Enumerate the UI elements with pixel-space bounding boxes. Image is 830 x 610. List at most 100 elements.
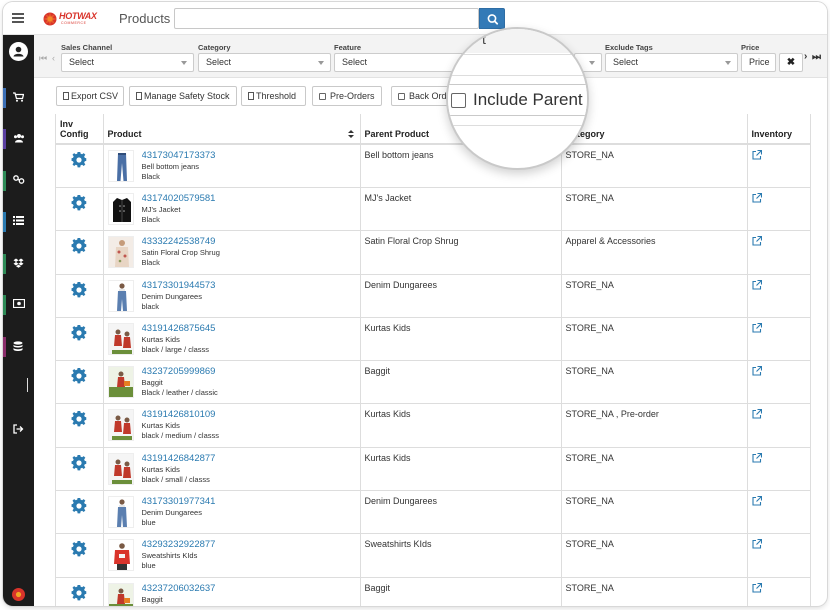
feature-select[interactable]: Select <box>334 53 464 72</box>
parent-product-cell: Kurtas Kids <box>360 446 562 491</box>
sidebar-item-payments[interactable] <box>3 293 34 317</box>
product-id-link[interactable]: 43332242538749 <box>142 236 356 248</box>
first-page-icon[interactable]: ⏮ <box>39 53 47 64</box>
sidebar-item-customers[interactable] <box>3 127 34 151</box>
product-id-link[interactable]: 43173301977341 <box>142 496 356 508</box>
back-orders-checkbox[interactable] <box>398 93 405 100</box>
price-value: Price <box>749 57 770 67</box>
sidebar-item-catalog[interactable] <box>3 210 34 234</box>
category-name: STORE_NA <box>565 193 614 203</box>
gear-icon[interactable] <box>71 195 87 211</box>
threshold-label: Threshold <box>256 91 297 101</box>
export-csv-button[interactable]: Export CSV <box>56 86 124 106</box>
clear-filters-button[interactable]: ✖ <box>779 53 803 72</box>
prev-page-icon[interactable]: ‹ <box>52 53 55 63</box>
file-icon <box>248 92 254 100</box>
product-thumbnail[interactable] <box>107 236 134 269</box>
product-thumbnail[interactable] <box>107 496 134 529</box>
product-name: Baggit <box>141 378 163 388</box>
gear-icon[interactable] <box>71 411 87 427</box>
user-avatar[interactable] <box>9 42 28 61</box>
magnifier-filter-strip <box>448 29 587 53</box>
export-csv-label: Export CSV <box>71 91 119 101</box>
include-parent-checkbox[interactable] <box>451 93 466 108</box>
product-id-link[interactable]: 43173301944573 <box>142 280 356 292</box>
sales-channel-select[interactable]: Select <box>61 53 194 72</box>
external-link-icon[interactable] <box>751 582 762 593</box>
sidebar-stripe <box>3 88 6 108</box>
product-id-link[interactable]: 43191426842877 <box>142 453 356 465</box>
product-id-link[interactable]: 43191426875645 <box>142 323 356 335</box>
next-page-icon[interactable]: › <box>804 51 807 62</box>
manage-safety-stock-label: Manage Safety Stock <box>144 91 230 101</box>
category-select[interactable]: Select <box>198 53 331 72</box>
product-thumbnail[interactable] <box>107 279 134 312</box>
sidebar-item-shipping[interactable] <box>3 252 34 276</box>
gear-icon[interactable] <box>71 152 87 168</box>
pre-orders-toggle[interactable]: Pre-Orders <box>312 86 382 106</box>
sidebar-item-logout[interactable] <box>3 418 34 442</box>
money-icon <box>13 299 25 308</box>
gear-icon[interactable] <box>71 454 87 471</box>
brand-logo[interactable]: HOTWAX COMMERCE <box>43 11 99 27</box>
last-page-icon[interactable]: ⏭ <box>812 52 821 63</box>
external-link-icon[interactable] <box>751 193 762 203</box>
gear-icon[interactable] <box>71 281 87 298</box>
product-id-link[interactable]: 43237205999869 <box>142 366 356 378</box>
gear-icon[interactable] <box>71 498 87 514</box>
product-thumbnail[interactable] <box>107 452 134 485</box>
price-input[interactable]: Price <box>741 53 776 72</box>
product-info: 43191426842877 Kurtas Kids black / small… <box>142 453 356 485</box>
product-name: Sweatshirts KIds <box>141 551 198 561</box>
product-thumbnail[interactable] <box>107 150 134 182</box>
product-thumbnail[interactable] <box>107 322 134 355</box>
external-link-icon[interactable] <box>751 409 762 420</box>
pre-orders-checkbox[interactable] <box>319 93 326 100</box>
product-id-link[interactable]: 43173047173373 <box>142 150 356 162</box>
external-link-icon[interactable] <box>751 496 762 506</box>
external-link-icon[interactable] <box>751 366 762 376</box>
footer-logo-icon[interactable] <box>11 587 26 602</box>
product-name: Kurtas Kids <box>141 464 180 474</box>
feature-value: Select <box>342 57 368 67</box>
exclude-tags-select[interactable]: Select <box>605 53 738 72</box>
product-thumbnail[interactable] <box>107 409 134 442</box>
app-window: HOTWAX COMMERCE Products ⏮ ‹ Sales Chann… <box>3 2 827 606</box>
category-name: STORE_NA <box>565 150 614 160</box>
external-link-icon[interactable] <box>751 150 762 160</box>
manage-safety-stock-button[interactable]: Manage Safety Stock <box>129 86 237 106</box>
external-link-icon[interactable] <box>751 322 762 333</box>
sort-icon[interactable] <box>347 130 354 138</box>
threshold-button[interactable]: Threshold <box>241 86 306 106</box>
product-info: 43173047173373 Bell bottom jeans Black <box>142 150 356 182</box>
external-link-icon[interactable] <box>751 236 762 246</box>
search-button[interactable] <box>479 8 505 29</box>
sidebar-stripe <box>3 254 6 274</box>
inv-config-cell <box>56 230 104 275</box>
product-id-link[interactable]: 43237206032637 <box>142 583 356 595</box>
hamburger-icon[interactable] <box>12 13 24 23</box>
sidebar-item-partners[interactable] <box>3 169 34 193</box>
sidebar-item-data[interactable] <box>3 335 34 359</box>
gear-icon[interactable] <box>71 324 87 341</box>
product-id-link[interactable]: 43174020579581 <box>142 193 356 205</box>
product-thumbnail[interactable] <box>107 193 134 225</box>
gear-icon[interactable] <box>71 368 87 384</box>
include-parent-toggle[interactable]: Include Parent <box>448 84 587 116</box>
external-link-icon[interactable] <box>751 452 762 463</box>
search-input[interactable] <box>174 8 479 29</box>
product-id-link[interactable]: 43191426810109 <box>142 409 356 421</box>
sidebar-item-orders[interactable] <box>3 86 34 110</box>
product-thumbnail[interactable] <box>107 582 134 606</box>
column-header-product[interactable]: Product <box>103 114 361 145</box>
gear-icon[interactable] <box>71 238 87 254</box>
gear-icon[interactable] <box>71 541 87 557</box>
parent-product-name: Baggit <box>364 366 391 377</box>
product-thumbnail[interactable] <box>107 539 134 572</box>
external-link-icon[interactable] <box>751 539 762 549</box>
product-thumbnail[interactable] <box>107 366 134 399</box>
external-link-icon[interactable] <box>751 279 762 290</box>
gear-icon[interactable] <box>71 584 87 601</box>
product-id-link[interactable]: 43293232922877 <box>142 539 356 551</box>
inv-config-cell <box>56 403 104 448</box>
